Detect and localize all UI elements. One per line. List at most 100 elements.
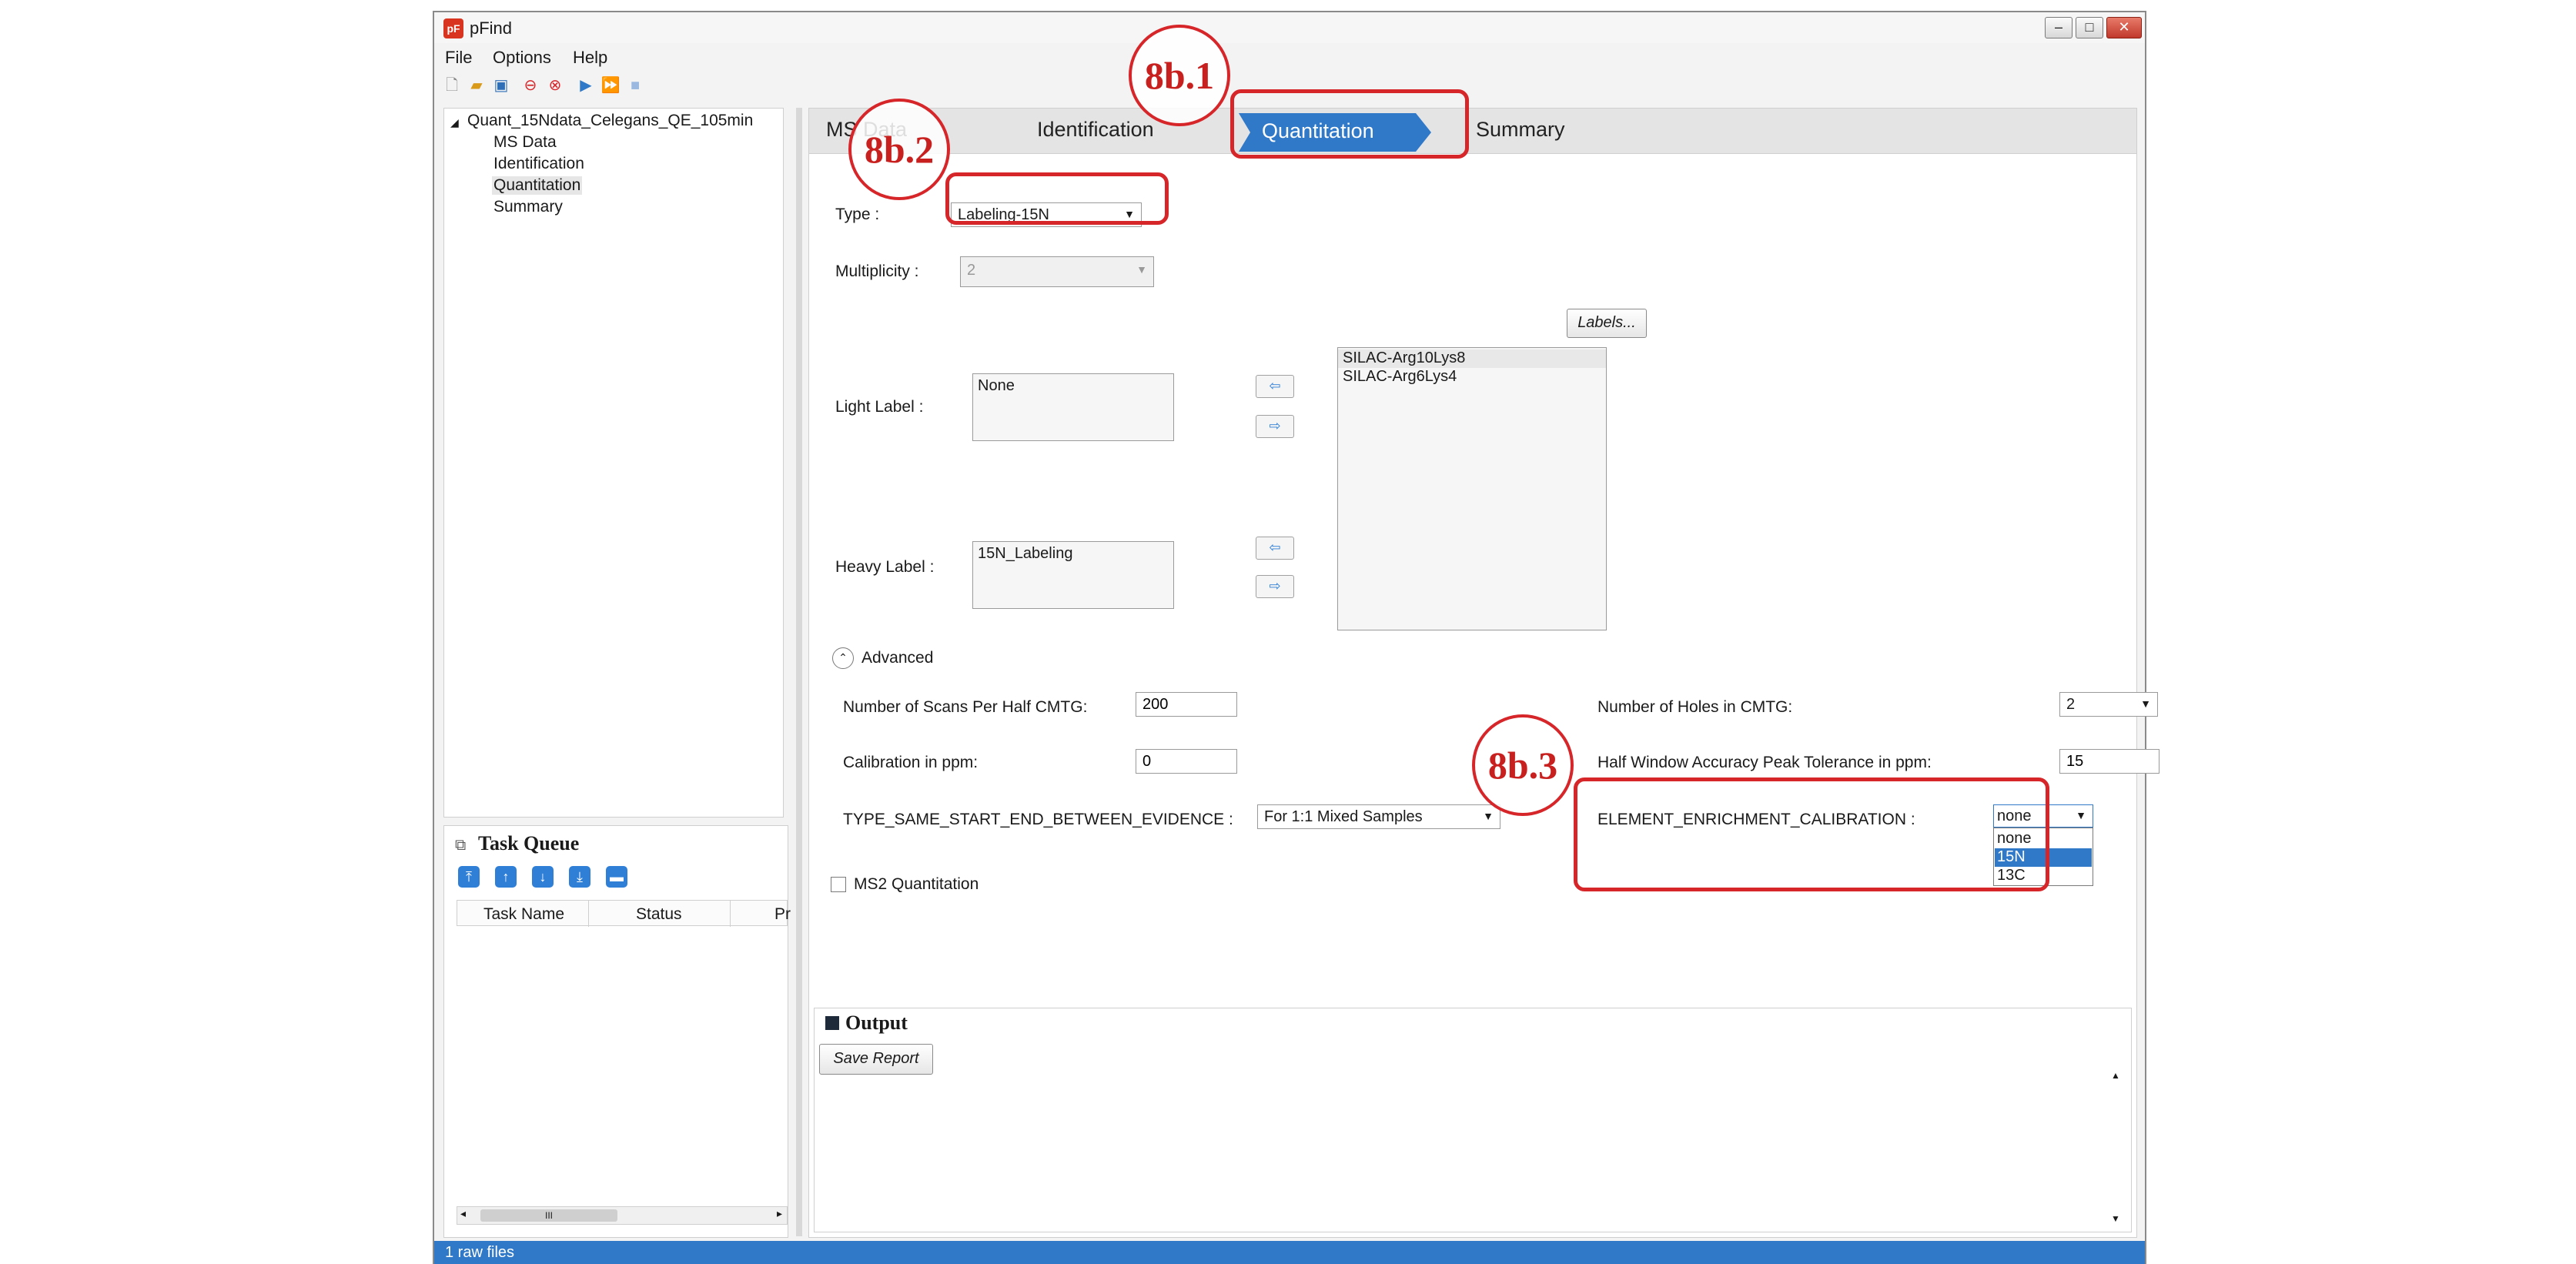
- tab-summary[interactable]: Summary: [1476, 118, 1565, 142]
- save-icon[interactable]: ▣: [491, 75, 511, 95]
- annotation-badge-8b2: 8b.2: [848, 99, 950, 200]
- heavy-label-list[interactable]: 15N_Labeling: [972, 541, 1174, 609]
- tab-identification[interactable]: Identification: [1037, 118, 1154, 142]
- multiplicity-select[interactable]: 2 ▼: [960, 256, 1154, 287]
- type-label: Type :: [835, 206, 880, 223]
- menu-bar: File Options Help: [434, 45, 2145, 69]
- ms2-quantitation-label[interactable]: MS2 Quantitation: [854, 875, 979, 894]
- light-label: Light Label :: [835, 398, 924, 416]
- heavy-label: Heavy Label :: [835, 558, 935, 576]
- chevron-down-icon: ▼: [1483, 810, 1494, 822]
- halt-icon[interactable]: ■: [625, 75, 645, 95]
- holes-select-value: 2: [2066, 696, 2076, 713]
- menu-file[interactable]: File: [445, 48, 472, 68]
- chevron-down-icon: ▼: [2140, 697, 2151, 710]
- calibration-label: Calibration in ppm:: [843, 754, 979, 771]
- type-same-select-value: For 1:1 Mixed Samples: [1264, 808, 1423, 825]
- menu-options[interactable]: Options: [493, 48, 551, 68]
- task-queue-icon: ⧉: [455, 837, 467, 854]
- open-folder-icon[interactable]: ▰: [467, 75, 487, 95]
- tree-item-quantitation[interactable]: Quantitation: [492, 176, 583, 195]
- new-file-icon[interactable]: 🗋: [442, 75, 462, 95]
- tree-item-summary[interactable]: Summary: [493, 198, 563, 216]
- half-window-input[interactable]: [2059, 749, 2159, 774]
- project-tree: ◢ Quant_15Ndata_Celegans_QE_105min MS Da…: [443, 108, 784, 818]
- scans-input[interactable]: [1136, 692, 1237, 717]
- labels-button[interactable]: Labels...: [1567, 309, 1647, 338]
- heavy-label-value[interactable]: 15N_Labeling: [978, 545, 1072, 563]
- output-title: Output: [845, 1012, 908, 1034]
- terminal-icon: [825, 1016, 839, 1030]
- move-top-icon[interactable]: ⤒: [458, 866, 480, 888]
- task-queue-header: Task Name Status Pr: [457, 900, 791, 927]
- tree-item-identification[interactable]: Identification: [493, 155, 584, 173]
- available-labels-list[interactable]: SILAC-Arg10Lys8 SILAC-Arg6Lys4: [1337, 347, 1607, 630]
- scans-label: Number of Scans Per Half CMTG:: [843, 698, 1088, 716]
- scroll-right-icon[interactable]: ▸: [777, 1207, 782, 1220]
- status-bar: 1 raw files: [434, 1241, 2145, 1264]
- move-down-icon[interactable]: ↓: [532, 866, 554, 888]
- main-panel: MS Data Identification Quantitation Summ…: [808, 108, 2159, 1238]
- remove-task-icon[interactable]: ▬: [606, 866, 627, 888]
- highlight-type-select: [945, 172, 1169, 225]
- highlight-enrichment-select: [1574, 777, 2049, 891]
- scroll-down-icon[interactable]: ▼: [2111, 1213, 2120, 1224]
- close-button[interactable]: ✕: [2106, 17, 2142, 38]
- heavy-add-arrow-icon[interactable]: ⇦: [1256, 537, 1294, 560]
- advanced-title[interactable]: Advanced: [861, 649, 933, 667]
- tree-collapse-icon[interactable]: ◢: [450, 116, 459, 129]
- minimize-button[interactable]: –: [2045, 17, 2073, 38]
- list-item[interactable]: SILAC-Arg10Lys8: [1343, 349, 1465, 367]
- scroll-thumb[interactable]: III: [480, 1209, 617, 1222]
- ms2-quantitation-checkbox[interactable]: [831, 877, 846, 892]
- light-label-value[interactable]: None: [978, 377, 1015, 395]
- menu-help[interactable]: Help: [573, 48, 607, 68]
- app-window: pF pFind – □ ✕ File Options Help 🗋 ▰ ▣ ⊖…: [433, 11, 2159, 1264]
- output-vscrollbar[interactable]: ▲ ▼: [2108, 1070, 2125, 1224]
- column-divider: [588, 901, 589, 927]
- save-report-button[interactable]: Save Report: [819, 1044, 933, 1075]
- type-same-label: TYPE_SAME_START_END_BETWEEN_EVIDENCE :: [843, 811, 1233, 828]
- move-bottom-icon[interactable]: ⤓: [569, 866, 590, 888]
- half-window-label: Half Window Accuracy Peak Tolerance in p…: [1597, 754, 1932, 771]
- scroll-up-icon[interactable]: ▲: [2111, 1070, 2120, 1081]
- status-text: 1 raw files: [445, 1244, 515, 1261]
- stop-icon[interactable]: ⊖: [520, 75, 540, 95]
- chevron-down-icon: ▼: [2076, 809, 2086, 821]
- holes-label: Number of Holes in CMTG:: [1597, 698, 1793, 716]
- holes-select[interactable]: 2 ▼: [2059, 692, 2158, 717]
- light-label-list[interactable]: None: [972, 373, 1174, 441]
- advanced-toggle-icon[interactable]: ⌃: [832, 647, 854, 669]
- light-add-arrow-icon[interactable]: ⇦: [1256, 375, 1294, 398]
- cancel-icon[interactable]: ⊗: [545, 75, 565, 95]
- window-title: pFind: [470, 18, 513, 38]
- multiplicity-label: Multiplicity :: [835, 262, 919, 280]
- annotation-badge-8b1: 8b.1: [1129, 25, 1230, 126]
- tab-bar: MS Data Identification Quantitation Summ…: [809, 109, 2136, 154]
- panel-splitter[interactable]: [796, 108, 802, 1236]
- multiplicity-select-value: 2: [967, 262, 976, 279]
- column-divider: [730, 901, 731, 927]
- task-queue-panel: ⧉ Task Queue ⤒ ↑ ↓ ⤓ ▬ Task Name Status …: [443, 825, 791, 1238]
- output-panel: Output Save Report ▲ ▼: [814, 1008, 2132, 1232]
- heavy-remove-arrow-icon[interactable]: ⇨: [1256, 575, 1294, 598]
- col-status[interactable]: Status: [636, 905, 682, 924]
- title-bar: pF pFind – □ ✕: [434, 12, 2145, 43]
- type-same-select[interactable]: For 1:1 Mixed Samples ▼: [1257, 804, 1500, 829]
- tree-item-ms-data[interactable]: MS Data: [493, 133, 557, 152]
- task-queue-title: Task Queue: [478, 832, 580, 854]
- run-all-icon[interactable]: ⏩: [601, 75, 621, 95]
- move-up-icon[interactable]: ↑: [495, 866, 517, 888]
- chevron-down-icon: ▼: [1136, 263, 1147, 276]
- calibration-input[interactable]: [1136, 749, 1237, 774]
- maximize-button[interactable]: □: [2076, 17, 2103, 38]
- light-remove-arrow-icon[interactable]: ⇨: [1256, 415, 1294, 438]
- col-task-name[interactable]: Task Name: [483, 905, 564, 924]
- list-item[interactable]: SILAC-Arg6Lys4: [1343, 368, 1457, 386]
- run-icon[interactable]: ▶: [576, 75, 596, 95]
- col-progress[interactable]: Pr: [774, 905, 791, 924]
- task-queue-hscrollbar[interactable]: ◂ III ▸: [457, 1206, 788, 1225]
- annotation-badge-8b3: 8b.3: [1472, 714, 1574, 816]
- tree-root[interactable]: Quant_15Ndata_Celegans_QE_105min: [467, 112, 753, 130]
- scroll-left-icon[interactable]: ◂: [460, 1207, 466, 1220]
